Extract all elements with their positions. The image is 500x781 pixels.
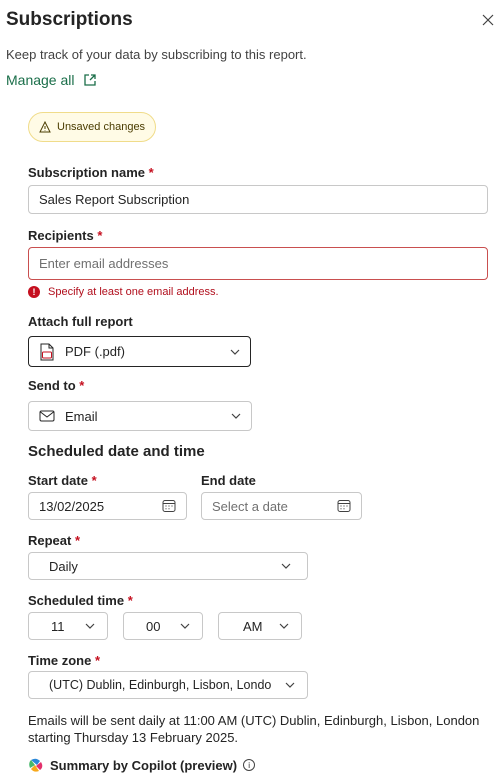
minute-value: 00 [146, 618, 161, 634]
subscription-name-input[interactable]: Sales Report Subscription [28, 185, 488, 214]
unsaved-changes-badge: Unsaved changes [28, 112, 157, 142]
subscription-name-value: Sales Report Subscription [39, 192, 190, 207]
send-to-label: Send to * [28, 378, 85, 393]
recipients-input[interactable]: Enter email addresses [28, 247, 488, 280]
chevron-down-icon [230, 349, 240, 355]
send-to-value: Email [65, 408, 98, 424]
start-date-input[interactable]: 13/02/2025 [28, 492, 187, 520]
recipients-placeholder: Enter email addresses [39, 256, 169, 271]
chevron-down-icon [285, 682, 295, 688]
chevron-down-icon [231, 413, 241, 419]
chevron-down-icon [85, 623, 95, 629]
warning-icon [39, 121, 51, 133]
manage-all-label: Manage all [6, 72, 75, 88]
start-date-label: Start date * [28, 473, 97, 488]
required-marker: * [97, 228, 103, 243]
chevron-down-icon [180, 623, 190, 629]
end-date-input[interactable]: Select a date [201, 492, 362, 520]
repeat-dropdown[interactable]: Daily [28, 552, 308, 580]
attach-format-value: PDF (.pdf) [65, 344, 125, 359]
subscription-name-label: Subscription name * [28, 165, 154, 180]
attach-report-label: Attach full report [28, 314, 133, 329]
recipients-label: Recipients * [28, 228, 103, 243]
hour-value: 11 [51, 618, 65, 634]
hour-dropdown[interactable]: 11 [28, 612, 108, 640]
scheduled-time-label: Scheduled time * [28, 593, 133, 608]
required-marker: * [94, 653, 101, 668]
recipients-error-text: Specify at least one email address. [48, 286, 219, 298]
minute-dropdown[interactable]: 00 [123, 612, 203, 640]
chevron-down-icon [281, 563, 291, 569]
required-marker: * [79, 378, 85, 393]
info-icon[interactable]: i [243, 759, 256, 771]
required-marker: * [74, 533, 81, 548]
mail-icon [39, 410, 55, 422]
start-date-value: 13/02/2025 [39, 498, 105, 514]
panel-description: Keep track of your data by subscribing t… [6, 47, 307, 62]
time-zone-label: Time zone * [28, 653, 101, 668]
end-date-placeholder: Select a date [212, 498, 288, 514]
copilot-summary-toggle[interactable]: Summary by Copilot (preview) i [28, 757, 256, 773]
ampm-dropdown[interactable]: AM [218, 612, 302, 640]
schedule-summary-note: Emails will be sent daily at 11:00 AM (U… [28, 713, 480, 745]
required-marker: * [127, 593, 133, 608]
chevron-down-icon [279, 623, 289, 629]
time-zone-dropdown[interactable]: (UTC) Dublin, Edinburgh, Lisbon, Londo [28, 671, 308, 699]
copilot-icon [29, 758, 43, 772]
unsaved-changes-text: Unsaved changes [57, 121, 146, 133]
panel-title: Subscriptions [6, 9, 133, 30]
required-marker: * [91, 473, 97, 488]
end-date-label: End date [201, 473, 256, 488]
required-marker: * [148, 165, 154, 180]
calendar-icon[interactable] [337, 499, 351, 513]
copilot-summary-label: Summary by Copilot (preview) [50, 757, 238, 773]
schedule-heading: Scheduled date and time [28, 443, 205, 460]
manage-all-link[interactable]: Manage all [6, 72, 97, 88]
repeat-label: Repeat * [28, 533, 81, 548]
ampm-value: AM [243, 618, 263, 634]
error-icon: ! [28, 286, 40, 298]
send-to-dropdown[interactable]: Email [28, 401, 252, 431]
external-link-icon [83, 74, 96, 86]
pdf-file-icon [40, 343, 54, 360]
repeat-value: Daily [49, 558, 78, 574]
calendar-icon[interactable] [162, 499, 176, 513]
attach-format-dropdown[interactable]: PDF (.pdf) [28, 336, 251, 367]
time-zone-value: (UTC) Dublin, Edinburgh, Lisbon, Londo [49, 678, 272, 692]
recipients-error: ! Specify at least one email address. [28, 286, 219, 298]
close-icon[interactable] [481, 13, 495, 27]
